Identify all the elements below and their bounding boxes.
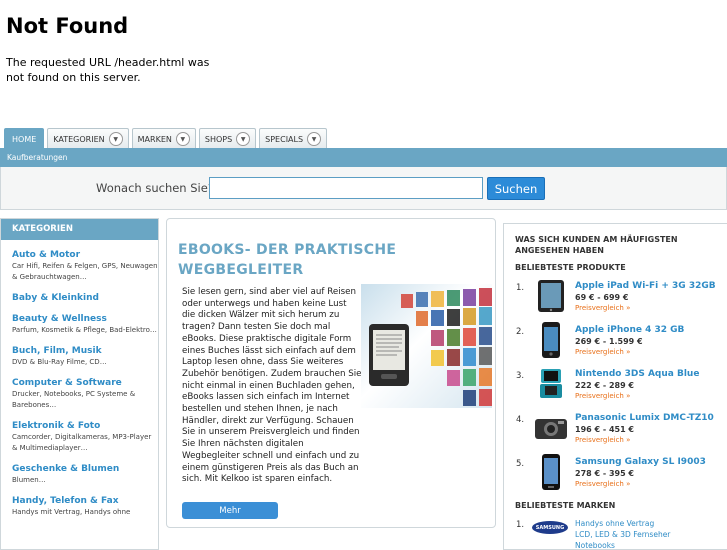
handheld-console-icon[interactable] [532,365,570,403]
product-item[interactable]: 4. Panasonic Lumix DMC-TZ10 196 € - 451 … [504,409,727,449]
category-sublinks[interactable]: Camcorder, Digitalkameras, MP3-Player & … [12,432,158,454]
smartphone-icon[interactable] [532,453,570,491]
product-price: 222 € - 289 € [575,381,634,390]
brand-rank: 1. [516,520,525,530]
popular-heading: WAS SICH KUNDEN AM HÄUFIGSTEN ANGESEHEN … [515,235,678,255]
category-item: Elektronik & Foto Camcorder, Digitalkame… [1,420,158,454]
product-name[interactable]: Apple iPhone 4 32 GB [575,325,684,335]
tab-label: HOME [12,134,37,144]
article-title: EBOOKS- DER PRAKTISCHE WEGBEGLEITER [178,242,397,278]
category-link[interactable]: Buch, Film, Musik [12,345,158,357]
category-item: Auto & Motor Car Hifi, Reifen & Felgen, … [1,249,158,283]
product-rank: 5. [516,459,525,469]
product-price: 196 € - 451 € [575,425,634,434]
error-title: Not Found [6,14,129,38]
brands-heading: BELIEBTESTE MARKEN [515,501,616,510]
smartphone-icon[interactable] [532,321,570,359]
categories-heading: KATEGORIEN [1,219,158,240]
compare-link[interactable]: Preisvergleich » [575,304,630,312]
category-link[interactable]: Beauty & Wellness [12,313,158,325]
compare-link[interactable]: Preisvergleich » [575,348,630,356]
search-input[interactable] [209,177,483,199]
product-item[interactable]: 5. Samsung Galaxy SL I9003 278 € - 395 €… [504,453,727,493]
product-item[interactable]: 2. Apple iPhone 4 32 GB 269 € - 1.599 € … [504,321,727,361]
category-link[interactable]: Baby & Kleinkind [12,292,158,304]
category-sublinks[interactable]: Parfum, Kosmetik & Pflege, Bad-Elektro… [12,325,158,336]
product-rank: 2. [516,327,525,337]
tablet-icon[interactable] [532,277,570,315]
product-name[interactable]: Nintendo 3DS Aqua Blue [575,369,699,379]
compare-link[interactable]: Preisvergleich » [575,392,630,400]
product-price: 269 € - 1.599 € [575,337,643,346]
ebook-reader-image [361,284,492,408]
tab-label: SHOPS [204,134,233,144]
sub-nav-bar: Kaufberatungen [0,148,727,167]
category-sublinks[interactable]: Drucker, Notebooks, PC Systeme & Barebon… [12,389,158,411]
category-sublinks[interactable]: Handys mit Vertrag, Handys ohne [12,507,158,518]
product-price: 69 € - 699 € [575,293,629,302]
tab-marken[interactable]: MARKEN ▼ [131,128,196,149]
kaufberatungen-link[interactable]: Kaufberatungen [7,153,67,162]
category-sublinks[interactable]: Blumen… [12,475,158,486]
category-link[interactable]: Elektronik & Foto [12,420,158,432]
feature-article: EBOOKS- DER PRAKTISCHE WEGBEGLEITER Sie … [166,218,496,528]
search-button[interactable]: Suchen [487,177,545,200]
category-item: Geschenke & Blumen Blumen… [1,463,158,486]
chevron-down-icon[interactable]: ▼ [108,132,123,146]
product-rank: 4. [516,415,525,425]
chevron-down-icon[interactable]: ▼ [236,132,251,146]
category-item: Buch, Film, Musik DVD & Blu-Ray Filme, C… [1,345,158,368]
camera-icon[interactable] [532,409,570,447]
product-rank: 1. [516,283,525,293]
tab-label: SPECIALS [265,134,304,144]
tab-kategorien[interactable]: KATEGORIEN ▼ [47,128,129,149]
search-label: Wonach suchen Sie? [96,181,214,195]
compare-link[interactable]: Preisvergleich » [575,436,630,444]
category-link[interactable]: Handy, Telefon & Fax [12,495,158,507]
product-rank: 3. [516,371,525,381]
error-message: The requested URL /header.html was not f… [6,56,210,84]
compare-link[interactable]: Preisvergleich » [575,480,630,488]
products-heading: BELIEBTESTE PRODUKTE [515,263,626,272]
category-link[interactable]: Geschenke & Blumen [12,463,158,475]
category-item: Handy, Telefon & Fax Handys mit Vertrag,… [1,495,158,518]
product-price: 278 € - 395 € [575,469,634,478]
brand-item[interactable]: 1. SAMSUNG Handys ohne Vertrag LCD, LED … [504,518,727,549]
brand-links[interactable]: Handys ohne Vertrag LCD, LED & 3D Fernse… [575,518,725,549]
article-body: Sie lesen gern, sind aber viel auf Reise… [182,287,362,485]
search-bar: Wonach suchen Sie? Suchen [0,167,727,210]
product-name[interactable]: Samsung Galaxy SL I9003 [575,457,706,467]
popular-panel: WAS SICH KUNDEN AM HÄUFIGSTEN ANGESEHEN … [503,223,727,550]
chevron-down-icon[interactable]: ▼ [175,132,190,146]
category-link[interactable]: Auto & Motor [12,249,158,261]
tab-home[interactable]: HOME [4,128,45,149]
category-item: Baby & Kleinkind [1,292,158,304]
tab-label: MARKEN [137,134,172,144]
product-name[interactable]: Panasonic Lumix DMC-TZ10 [575,413,714,423]
tab-label: KATEGORIEN [53,134,105,144]
main-nav: HOME KATEGORIEN ▼ MARKEN ▼ SHOPS ▼ SPECIALS… [4,128,328,149]
product-name[interactable]: Apple iPad Wi-Fi + 3G 32GB [575,281,716,291]
categories-panel: KATEGORIEN Auto & Motor Car Hifi, Reifen… [0,218,159,550]
category-sublinks[interactable]: DVD & Blu-Ray Filme, CD… [12,357,158,368]
category-link[interactable]: Computer & Software [12,377,158,389]
category-sublinks[interactable]: Car Hifi, Reifen & Felgen, GPS, Neuwagen… [12,261,158,283]
chevron-down-icon[interactable]: ▼ [307,132,322,146]
category-item: Beauty & Wellness Parfum, Kosmetik & Pfl… [1,313,158,336]
tab-specials[interactable]: SPECIALS ▼ [259,128,328,149]
tab-shops[interactable]: SHOPS ▼ [198,128,257,149]
samsung-logo[interactable]: SAMSUNG [532,521,568,534]
product-item[interactable]: 3. Nintendo 3DS Aqua Blue 222 € - 289 € … [504,365,727,405]
category-item: Computer & Software Drucker, Notebooks, … [1,377,158,411]
product-item[interactable]: 1. Apple iPad Wi-Fi + 3G 32GB 69 € - 699… [504,277,727,317]
more-button[interactable]: Mehr [182,502,278,519]
